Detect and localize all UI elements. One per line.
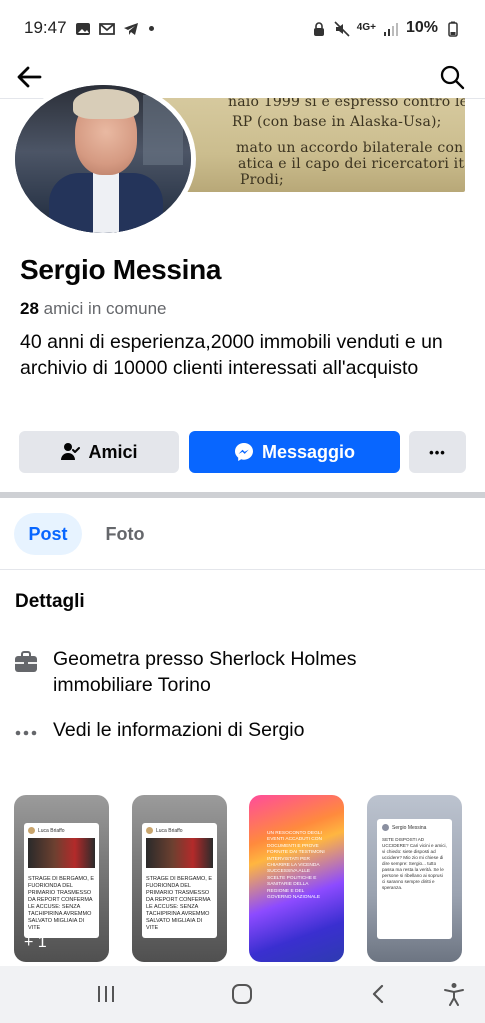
home-icon — [232, 984, 252, 1004]
screenshot-card: Luca Briaffo STRAGE DI BERGAMO, E FUORIO… — [142, 823, 217, 938]
ellipsis-icon — [14, 721, 38, 745]
message-button[interactable]: Messaggio — [189, 431, 400, 473]
more-photos-count: + 1 — [24, 934, 47, 951]
network-type: 4G+ — [356, 22, 376, 33]
battery-percent: 10% — [405, 19, 438, 36]
card-author: Luca Briaffo — [156, 827, 183, 834]
see-info-text: Vedi le informazioni di Sergio — [53, 719, 305, 741]
card-text: STRAGE DI BERGAMO, E FUORIONDA DEL PRIMA… — [146, 876, 213, 931]
lock-icon — [311, 21, 327, 36]
tab-post[interactable]: Post — [14, 513, 82, 555]
battery-icon — [445, 21, 461, 37]
message-button-label: Messaggio — [261, 441, 356, 462]
accessibility-icon — [444, 983, 464, 1006]
mutual-friends-count: 28 — [20, 299, 39, 318]
friends-button-label: Amici — [88, 441, 138, 462]
gmail-icon — [98, 21, 115, 35]
telegram-icon — [123, 21, 139, 35]
recent-apps-button[interactable] — [86, 974, 126, 1014]
system-back-button[interactable] — [358, 974, 398, 1014]
search-icon — [440, 65, 465, 90]
cover-text-line: atica e il capo dei ricercatori italiani — [238, 156, 465, 172]
messenger-icon — [234, 443, 253, 461]
signal-icon — [383, 21, 399, 36]
details-heading: Dettagli — [15, 591, 85, 612]
card-author: Luca Briaffo — [38, 827, 65, 834]
note-card: Sergio Messina SETE DISPOSTI AD UCCIDERE… — [377, 819, 452, 939]
cover-text-line: naio 1999 si è espresso contro le — [228, 98, 465, 110]
screenshot-card: Luca Briaffo STRAGE DI BERGAMO, E FUORIO… — [24, 823, 99, 938]
photo-thumbnail[interactable]: Luca Briaffo STRAGE DI BERGAMO, E FUORIO… — [14, 795, 109, 962]
detail-see-info[interactable]: Vedi le informazioni di Sergio — [14, 717, 304, 745]
briefcase-icon — [14, 650, 38, 674]
note-author: Sergio Messina — [392, 824, 427, 831]
profile-avatar[interactable] — [10, 80, 196, 238]
recent-apps-icon — [98, 986, 114, 1002]
cover-text-line: mato un accordo bilaterale con gli — [236, 140, 465, 156]
section-divider — [0, 492, 485, 498]
ellipsis-icon: ••• — [429, 444, 446, 460]
photo-thumbnail[interactable]: UN RESOCONTO DEGLI EVENTI ACCADUTI CON D… — [249, 795, 344, 962]
notification-dot-icon — [148, 25, 154, 31]
mutual-friends-label: amici in comune — [43, 299, 167, 318]
accessibility-button[interactable] — [434, 974, 474, 1014]
avatar-photo — [15, 85, 191, 233]
system-navigation-bar — [0, 966, 485, 1023]
person-check-icon — [61, 443, 81, 460]
search-button[interactable] — [435, 60, 469, 94]
card-text: STRAGE DI BERGAMO, E FUORIONDA DEL PRIMA… — [28, 876, 95, 931]
profile-bio: 40 anni di esperienza,2000 immobili vend… — [20, 331, 443, 379]
home-button[interactable] — [222, 974, 262, 1014]
profile-name: Sergio Messina — [20, 254, 222, 285]
mutual-friends[interactable]: 28 amici in comune — [20, 299, 166, 319]
cover-text-line: Prodi; — [240, 172, 284, 188]
photo-thumbnail[interactable]: Luca Briaffo STRAGE DI BERGAMO, E FUORIO… — [132, 795, 227, 962]
tab-photos[interactable]: Foto — [92, 513, 158, 555]
status-bar: 19:47 4G+ 10% — [0, 0, 485, 56]
cover-text-line: RP (con base in Alaska-Usa); — [232, 114, 442, 130]
detail-work: Geometra presso Sherlock Holmes immobili… — [14, 646, 443, 698]
photo-thumbnail[interactable]: Sergio Messina SETE DISPOSTI AD UCCIDERE… — [367, 795, 462, 962]
status-time: 19:47 — [24, 18, 67, 37]
work-text: Geometra presso Sherlock Holmes immobili… — [53, 648, 357, 696]
mute-icon — [334, 21, 350, 37]
chevron-left-icon — [372, 984, 384, 1004]
colorful-post-text: UN RESOCONTO DEGLI EVENTI ACCADUTI CON D… — [267, 831, 325, 901]
tabs-divider — [0, 569, 485, 570]
image-icon — [75, 21, 91, 35]
more-options-button[interactable]: ••• — [409, 431, 466, 473]
note-text: SETE DISPOSTI AD UCCIDERE? Cari vicini e… — [382, 837, 447, 890]
friends-button[interactable]: Amici — [19, 431, 179, 473]
